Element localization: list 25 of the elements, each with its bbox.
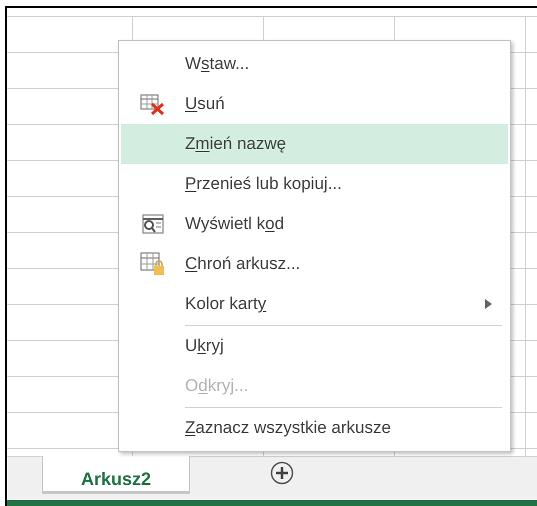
menu-item-label: Ukryj: [185, 335, 224, 358]
menu-item-label: Zaznacz wszystkie arkusze: [185, 417, 391, 440]
menu-item-label: Wstaw...: [185, 53, 250, 76]
add-sheet-icon[interactable]: [270, 461, 294, 485]
menu-item-label: Chroń arkusz...: [185, 253, 300, 276]
menu-item-label: Usuń: [185, 93, 225, 116]
menu-item[interactable]: Zmień nazwę: [121, 124, 508, 164]
magnifier-document-icon: [141, 213, 165, 235]
menu-item-label: Przenieś lub kopiuj...: [185, 173, 342, 196]
menu-item[interactable]: Wstaw...: [121, 44, 508, 84]
menu-item-label: Wyświetl kod: [185, 213, 284, 236]
menu-item-label: Kolor karty: [185, 293, 266, 316]
table-delete-icon: [140, 93, 166, 115]
table-lock-icon: [140, 252, 166, 276]
menu-item[interactable]: Chroń arkusz...: [121, 244, 508, 284]
menu-item[interactable]: Zaznacz wszystkie arkusze: [121, 408, 508, 448]
menu-item[interactable]: Ukryj: [121, 326, 508, 366]
menu-item[interactable]: Kolor karty: [121, 284, 508, 324]
menu-item-label: Zmień nazwę: [185, 133, 286, 156]
menu-item[interactable]: Wyświetl kod: [121, 204, 508, 244]
sheet-tab[interactable]: Arkusz2: [42, 456, 190, 494]
menu-item-label: Odkryj...: [185, 375, 248, 398]
menu-item[interactable]: Usuń: [121, 84, 508, 124]
menu-item[interactable]: Przenieś lub kopiuj...: [121, 164, 508, 204]
submenu-arrow-icon: [485, 299, 492, 309]
